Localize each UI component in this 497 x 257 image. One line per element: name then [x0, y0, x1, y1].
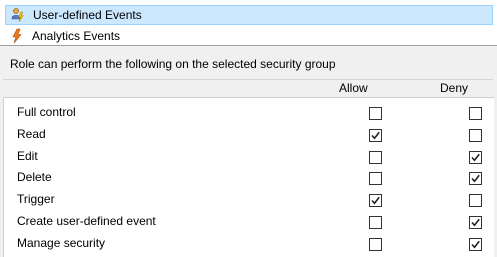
permission-label: Create user-defined event: [17, 214, 156, 228]
deny-checkbox[interactable]: [469, 128, 482, 142]
deny-checkbox[interactable]: [469, 172, 482, 186]
tree-item-label: User-defined Events: [33, 8, 142, 22]
permission-row: Delete: [4, 167, 494, 187]
deny-checkbox[interactable]: [469, 237, 482, 251]
allow-checkbox[interactable]: [369, 128, 382, 142]
deny-checkbox[interactable]: [469, 194, 482, 208]
events-tree: User-defined Events Analytics Events: [0, 0, 497, 46]
permission-row: Manage security: [4, 233, 494, 253]
permission-label: Manage security: [17, 235, 106, 250]
deny-checkbox[interactable]: [469, 107, 482, 120]
analytics-event-icon: [12, 28, 22, 44]
allow-checkbox[interactable]: [369, 237, 382, 251]
header-divider: [3, 79, 493, 80]
allow-checkbox[interactable]: [369, 194, 382, 208]
permission-label: Edit: [17, 148, 38, 163]
tree-item-analytics-events[interactable]: Analytics Events: [5, 26, 493, 45]
permissions-list: Full control Read Edit Delete Trigger Create …: [3, 97, 494, 257]
allow-checkbox[interactable]: [369, 107, 382, 120]
allow-checkbox[interactable]: [369, 150, 382, 164]
permission-row: Edit: [4, 146, 494, 166]
permission-label: Read: [17, 126, 46, 141]
permission-label: Delete: [17, 170, 52, 185]
tree-item-label: Analytics Events: [32, 29, 121, 43]
allow-column-header: Allow: [339, 81, 368, 95]
permission-row: Full control: [4, 102, 494, 122]
permissions-title: Role can perform the following on the se…: [10, 57, 336, 71]
allow-checkbox[interactable]: [369, 216, 382, 229]
permission-row: Read: [4, 124, 494, 144]
deny-checkbox[interactable]: [469, 216, 482, 229]
deny-checkbox[interactable]: [469, 150, 482, 164]
deny-column-header: Deny: [440, 81, 469, 95]
user-defined-event-icon: [11, 8, 24, 23]
permission-label: Trigger: [17, 192, 55, 207]
tree-item-user-defined-events[interactable]: User-defined Events: [5, 5, 493, 25]
permission-row: Trigger: [4, 189, 494, 209]
permission-row: Create user-defined event: [4, 211, 494, 231]
permission-label: Full control: [17, 105, 76, 119]
allow-checkbox[interactable]: [369, 172, 382, 186]
